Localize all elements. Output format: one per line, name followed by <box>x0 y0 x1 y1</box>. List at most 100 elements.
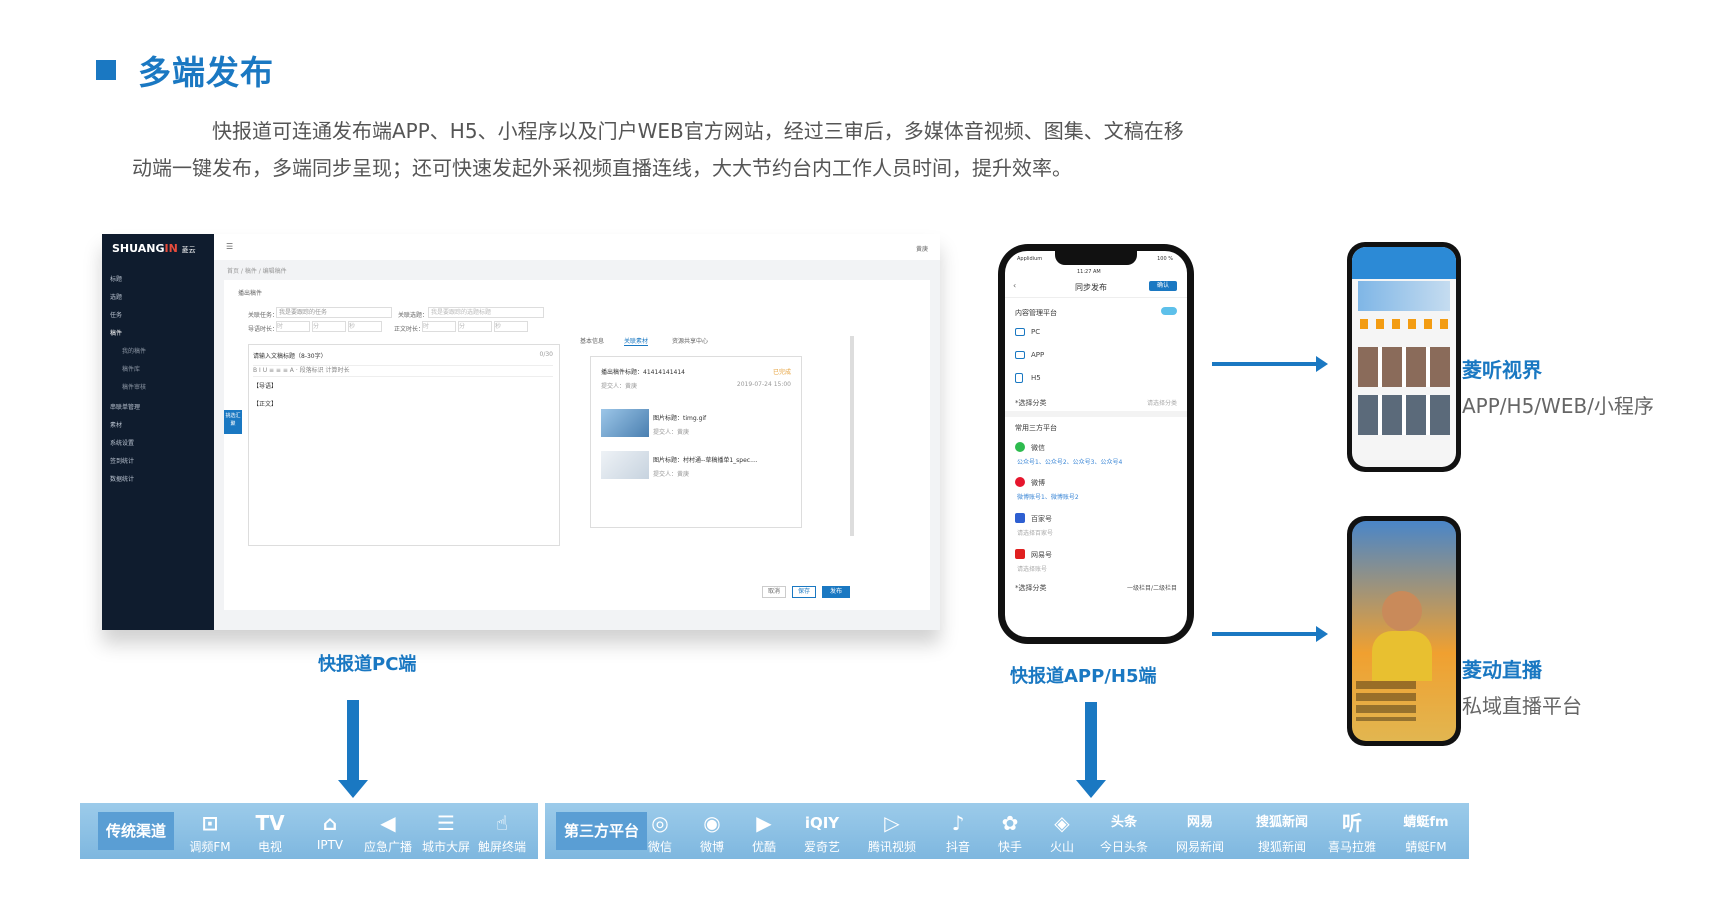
confirm-button[interactable]: 确认 <box>1149 281 1177 291</box>
tab-related-material[interactable]: 关联素材 <box>624 336 649 346</box>
product-tingshijie-name: 菱听视界 <box>1462 358 1542 382</box>
channel-netease-news[interactable]: 网易 网易新闻 <box>1170 810 1230 855</box>
sidebar-item-material[interactable]: 素材 <box>110 420 210 429</box>
netease-icon: 网易 <box>1186 815 1213 830</box>
sidebar-item-manuscript[interactable]: 稿件 <box>110 328 210 337</box>
news-title[interactable]: 播出稿件标题：41414141414 <box>601 367 685 376</box>
sidebar-item-task[interactable]: 任务 <box>110 310 210 319</box>
channel-weibo[interactable]: ◉ 微博 <box>682 810 742 855</box>
row-weibo[interactable]: 微博 <box>1031 478 1045 488</box>
app-screen: Applidium 11:27 AM 100 % ‹ 同步发布 确认 内容管理平… <box>1005 251 1187 637</box>
kuaishou-icon: ✿ <box>1001 811 1019 835</box>
tingshijie-banner[interactable] <box>1358 281 1450 311</box>
lead-time-min[interactable]: 分 <box>312 321 346 332</box>
image-thumbnail-1[interactable] <box>601 409 649 437</box>
channel-label: 快手 <box>997 840 1022 854</box>
baijia-hint[interactable]: 请选择百家号 <box>1017 528 1053 537</box>
channel-iqiyi[interactable]: iQIY 爱奇艺 <box>792 810 852 855</box>
user-name[interactable]: 黄庚 <box>916 244 928 253</box>
sidebar-item-rundown[interactable]: 串联单管理 <box>110 402 210 411</box>
image-thumbnail-2[interactable] <box>601 451 649 479</box>
row-netease[interactable]: 网易号 <box>1031 550 1052 560</box>
channel-youku[interactable]: ▶ 优酷 <box>734 810 794 855</box>
sidebar-item-my-manuscript[interactable]: 我的稿件 <box>122 346 222 355</box>
save-button[interactable]: 保存 <box>792 586 816 598</box>
channel-fm[interactable]: ⊡ 调频FM <box>180 810 240 855</box>
row-app[interactable]: APP <box>1031 351 1044 359</box>
menu-toggle-icon[interactable]: ☰ <box>226 242 233 251</box>
app-label: 快报道APP/H5端 <box>1010 666 1157 687</box>
publish-button[interactable]: 发布 <box>822 586 850 598</box>
cancel-button[interactable]: 取消 <box>762 586 786 598</box>
sidebar-item-checkin[interactable]: 签到统计 <box>110 456 210 465</box>
youku-icon: ▶ <box>756 811 772 835</box>
platform-toggle[interactable] <box>1161 307 1177 315</box>
intro-line-2: 动端一键发布，多端同步呈现；还可快速发起外采视频直播连线，大大节约台内工作人员时… <box>132 156 1072 180</box>
netease-hint[interactable]: 请选择账号 <box>1017 564 1047 573</box>
channel-ximalaya[interactable]: 听喜马拉雅 <box>1322 810 1382 855</box>
body-time-sec[interactable]: 秒 <box>494 321 528 332</box>
tencent-video-icon: ▷ <box>884 811 900 835</box>
channel-qingting[interactable]: 蜻蜓fm 蜻蜓FM <box>1396 810 1456 855</box>
category-select[interactable]: 请选择分类 <box>1147 398 1177 407</box>
sohu-icon: 搜狐新闻 <box>1255 815 1308 830</box>
live-presenter <box>1382 591 1422 631</box>
channel-iptv[interactable]: ⌂ IPTV <box>300 810 360 852</box>
body-time-min[interactable]: 分 <box>458 321 492 332</box>
task-label: 关联任务： <box>248 312 279 319</box>
intro-text: 快报道可连通发布端APP、H5、小程序以及门户WEB官方网站，经过三审后，多媒体… <box>132 113 1202 187</box>
material-panel: 播出稿件标题：41414141414 已完成 提交人：黄庚 2019-07-24… <box>590 356 802 528</box>
tingshijie-nav-icons[interactable] <box>1360 319 1448 329</box>
channel-label: 蜻蜓FM <box>1405 840 1447 854</box>
channel-label: 爱奇艺 <box>803 840 840 854</box>
wechat-accounts[interactable]: 公众号1、公众号2、公众号3、公众号4 <box>1017 457 1122 466</box>
sidebar-item-stats[interactable]: 数据统计 <box>110 474 210 483</box>
channel-wechat[interactable]: ◎ 微信 <box>630 810 690 855</box>
tingshijie-grid-2[interactable] <box>1358 395 1450 435</box>
toutiao-icon: 头条 <box>1110 815 1137 830</box>
pc-edit-card: 播出稿件 关联任务： 我是要跟踪的任务 关联选题： 我是要跟踪的选题标题 导语时… <box>224 280 930 610</box>
category2-select[interactable]: 一级栏目/二级栏目 <box>1127 583 1177 592</box>
sidebar-item-manuscript-review[interactable]: 稿件审核 <box>122 382 222 391</box>
row-pc[interactable]: PC <box>1031 328 1040 336</box>
body-time-hr[interactable]: 时 <box>422 321 456 332</box>
row-baijia[interactable]: 百家号 <box>1031 514 1052 524</box>
channel-douyin[interactable]: ♪ 抖音 <box>928 810 988 855</box>
arrow-app-down <box>1076 702 1106 798</box>
lead-time-hr[interactable]: 时 <box>276 321 310 332</box>
lead-time-sec[interactable]: 秒 <box>348 321 382 332</box>
tab-basic-info[interactable]: 基本信息 <box>580 336 604 345</box>
channel-city-screen[interactable]: ☰ 城市大屏 <box>416 810 476 855</box>
side-collect-tag[interactable]: 挑选汇聚 <box>224 410 242 434</box>
editor-title-input[interactable]: 请输入文稿标题（8-30字） <box>253 351 327 360</box>
channel-tv[interactable]: TV 电视 <box>240 810 300 855</box>
channel-sohu-news[interactable]: 搜狐新闻 搜狐新闻 <box>1246 810 1318 855</box>
intro-line-1: 快报道可连通发布端APP、H5、小程序以及门户WEB官方网站，经过三审后，多媒体… <box>212 119 1184 143</box>
status-battery: 100 % <box>1157 256 1173 262</box>
weibo-accounts[interactable]: 微博账号1、微博账号2 <box>1017 492 1079 501</box>
back-icon[interactable]: ‹ <box>1013 281 1016 290</box>
sidebar-item-settings[interactable]: 系统设置 <box>110 438 210 447</box>
channel-toutiao[interactable]: 头条 今日头条 <box>1094 810 1154 855</box>
row-h5[interactable]: H5 <box>1031 374 1041 382</box>
arrow-to-live <box>1212 626 1328 642</box>
editor-toolbar[interactable]: B I U ≡ ≡ ≡ A · 段落标识 计算时长 <box>253 365 553 377</box>
row-wechat[interactable]: 微信 <box>1031 443 1045 453</box>
sidebar-item-topic[interactable]: 选题 <box>110 292 210 301</box>
channel-touch[interactable]: ☝ 触屏终端 <box>472 810 532 855</box>
sidebar-item-manuscript-lib[interactable]: 稿件库 <box>122 364 222 373</box>
channel-kuaishou[interactable]: ✿ 快手 <box>980 810 1040 855</box>
live-screen <box>1352 521 1456 741</box>
channel-label: 微信 <box>647 840 672 854</box>
channel-tencent-video[interactable]: ▷ 腾讯视频 <box>862 810 922 855</box>
sidebar-item-title[interactable]: 标题 <box>110 274 210 283</box>
topic-select[interactable]: 我是要跟踪的选题标题 <box>428 307 544 318</box>
manuscript-editor[interactable]: 请输入文稿标题（8-30字） 0/30 B I U ≡ ≡ ≡ A · 段落标识… <box>248 344 560 546</box>
tingshijie-grid-1[interactable] <box>1358 347 1450 387</box>
tab-resource-center[interactable]: 资源共享中心 <box>672 336 708 345</box>
scrollbar[interactable] <box>850 336 854 536</box>
channel-huoshan[interactable]: ◈ 火山 <box>1032 810 1092 855</box>
task-select[interactable]: 我是要跟踪的任务 <box>276 307 392 318</box>
channel-emergency[interactable]: ◀ 应急广播 <box>358 810 418 855</box>
channel-label: 喜马拉雅 <box>1327 840 1376 854</box>
